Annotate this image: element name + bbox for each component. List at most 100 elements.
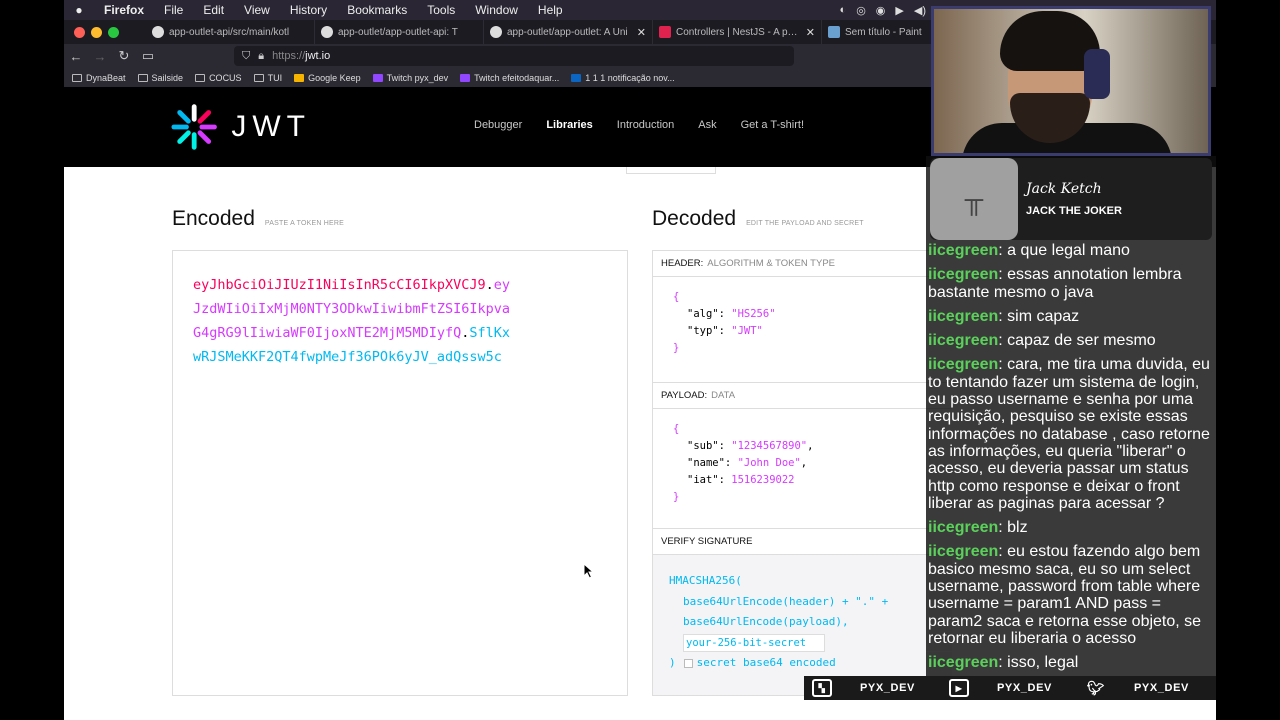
sig-line: your-256-bit-secret: [669, 633, 936, 654]
chat-message: iicegreen: blz: [926, 517, 1216, 542]
chat-message: iicegreen: sim capaz: [926, 306, 1216, 331]
chat-username[interactable]: iicegreen: [928, 332, 998, 349]
bookmark-label: TUI: [267, 72, 283, 83]
browser-tab[interactable]: app-outlet/app-outlet-api: T: [315, 20, 484, 44]
sig-line: base64UrlEncode(payload),: [683, 615, 849, 628]
jwt-logo[interactable]: JWT: [171, 103, 311, 151]
folder-icon: [195, 73, 206, 82]
chat-username[interactable]: iicegreen: [928, 543, 998, 560]
browser-tab[interactable]: app-outlet/app-outlet: A Uni ✕: [484, 20, 653, 44]
section-sublabel: DATA: [711, 390, 736, 401]
bookmark-label: Twitch pyx_dev: [386, 72, 449, 83]
chat-username[interactable]: iicegreen: [928, 654, 998, 671]
bookmark[interactable]: TUI: [253, 72, 283, 83]
sig-fn: HMACSHA256(: [669, 574, 742, 587]
play-icon[interactable]: ▶: [895, 4, 903, 17]
bookmark[interactable]: Sailside: [137, 73, 183, 83]
nestjs-icon: [659, 26, 671, 38]
tray-icon[interactable]: ◉: [876, 4, 886, 17]
site-nav: Debugger Libraries Introduction Ask Get …: [474, 119, 804, 131]
nav-debugger[interactable]: Debugger: [474, 119, 522, 131]
youtube-icon: ▶: [949, 679, 969, 697]
menu-window[interactable]: Window: [465, 3, 528, 17]
social-handle: PYX_DEV: [1134, 682, 1189, 694]
json-value: "HS256": [731, 308, 776, 320]
chat-username[interactable]: iicegreen: [928, 242, 998, 259]
chat-text: a que legal mano: [1007, 242, 1130, 259]
json-value: "JWT": [731, 325, 763, 337]
close-window-button[interactable]: [74, 26, 85, 38]
nav-libraries[interactable]: Libraries: [546, 119, 592, 131]
json-line: "iat": 1516239022: [687, 474, 795, 486]
brace: {: [673, 291, 680, 303]
linkedin-icon: [571, 73, 582, 82]
sidebar-icon[interactable]: ▭: [136, 48, 160, 64]
section-label: VERIFY SIGNATURE: [661, 536, 753, 547]
bookmark-label: Google Keep: [308, 72, 361, 83]
bookmark[interactable]: Twitch efeitodaquar...: [460, 73, 559, 83]
bookmark[interactable]: 1 1 1 notificação nov...: [571, 72, 675, 83]
tray-icon[interactable]: ◐: [840, 4, 847, 17]
bookmark[interactable]: Google Keep: [294, 73, 361, 83]
chat-username[interactable]: iicegreen: [928, 356, 998, 373]
menu-view[interactable]: View: [234, 3, 280, 17]
json-line: "sub": "1234567890",: [687, 440, 814, 452]
volume-icon[interactable]: ◀): [914, 4, 926, 17]
folder-icon: [72, 73, 82, 82]
token-signature-part: SflKx: [469, 325, 510, 341]
jwt-flower-icon: [171, 104, 217, 150]
bookmark-label: COCUS: [209, 72, 242, 83]
nav-introduction[interactable]: Introduction: [617, 119, 674, 131]
forward-arrow-icon[interactable]: →: [88, 49, 112, 64]
browser-tab[interactable]: Controllers | NestJS - A prog ✕: [653, 20, 822, 44]
chat-username[interactable]: iicegreen: [928, 519, 998, 536]
json-line: "alg": "HS256": [687, 308, 776, 320]
chat-message: iicegreen: cara, me tira uma duvida, eu …: [926, 354, 1216, 518]
menu-history[interactable]: History: [280, 3, 337, 17]
twitch-icon: [372, 73, 383, 82]
webcam-feed: [931, 6, 1211, 156]
browser-tab[interactable]: app-outlet-api/src/main/kotl: [146, 20, 315, 44]
apple-icon[interactable]: ●: [64, 3, 94, 17]
minimize-window-button[interactable]: [91, 26, 102, 38]
tab-label: app-outlet/app-outlet: A Uni: [507, 26, 628, 38]
nav-ask[interactable]: Ask: [698, 119, 716, 131]
json-value: 1516239022: [731, 474, 795, 486]
secret-base64-checkbox[interactable]: [683, 658, 693, 668]
chat-messages: iicegreen: a que legal mano iicegreen: e…: [926, 240, 1216, 677]
secret-input[interactable]: your-256-bit-secret: [683, 633, 825, 652]
chat-username[interactable]: iicegreen: [928, 308, 998, 325]
token-dot: .: [485, 277, 494, 293]
chat-username[interactable]: iicegreen: [928, 266, 998, 283]
bookmark[interactable]: Twitch pyx_dev: [372, 72, 449, 83]
token-line: JzdWIiOiIxMjM0NTY3ODkwIiwibmFtZSI6Ikpva: [193, 297, 607, 321]
lock-icon[interactable]: 🔒︎: [258, 50, 264, 63]
close-tab-icon[interactable]: ✕: [806, 26, 815, 39]
letterbox-left: [0, 0, 64, 720]
close-tab-icon[interactable]: ✕: [637, 26, 646, 39]
menu-help[interactable]: Help: [528, 3, 573, 17]
back-arrow-icon[interactable]: ←: [64, 49, 88, 64]
token-payload-part: JzdWIiOiIxMjM0NTY3ODkwIiwibmFtZSI6Ikpva: [193, 301, 510, 317]
bookmark[interactable]: COCUS: [195, 73, 242, 83]
nav-tshirt[interactable]: Get a T-shirt!: [741, 119, 804, 131]
tab-label: app-outlet/app-outlet-api: T: [338, 26, 458, 38]
reload-icon[interactable]: ↻: [112, 48, 136, 64]
bookmark[interactable]: DynaBeat: [72, 73, 126, 83]
tray-icon[interactable]: ◎: [856, 4, 866, 17]
shield-icon[interactable]: ⛉: [242, 50, 250, 63]
menu-app[interactable]: Firefox: [94, 3, 154, 17]
menu-file[interactable]: File: [154, 3, 193, 17]
menu-bookmarks[interactable]: Bookmarks: [337, 3, 417, 17]
chat-message: iicegreen: isso, legal: [926, 652, 1216, 677]
bookmark-label: 1 1 1 notificação nov...: [585, 72, 675, 83]
url-host: jwt.io: [305, 50, 331, 62]
zoom-window-button[interactable]: [108, 26, 119, 38]
payload-json-editor[interactable]: { "sub": "1234567890", "name": "John Doe…: [653, 409, 952, 529]
menu-tools[interactable]: Tools: [417, 3, 465, 17]
header-json-editor[interactable]: { "alg": "HS256" "typ": "JWT" }: [653, 277, 952, 383]
chat-text: blz: [1007, 519, 1028, 537]
address-bar[interactable]: ⛉ 🔒︎ https://jwt.io: [234, 46, 794, 66]
encoded-token-editor[interactable]: eyJhbGciOiJIUzI1NiIsInR5cCI6IkpXVCJ9.ey …: [172, 250, 628, 696]
menu-edit[interactable]: Edit: [193, 3, 234, 17]
